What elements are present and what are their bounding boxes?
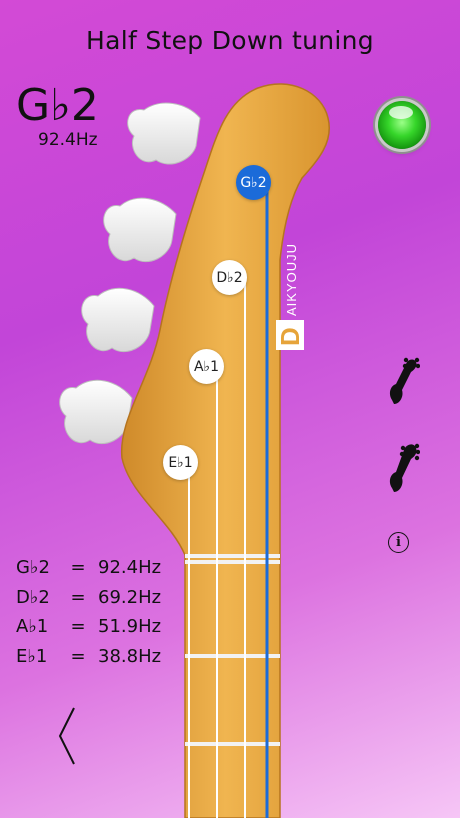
- frequency-note: E♭1: [16, 645, 48, 667]
- tuner-key-1: [127, 102, 201, 165]
- info-icon[interactable]: i: [388, 532, 409, 553]
- frequency-note: D♭2: [16, 586, 50, 608]
- frequency-table: G♭2 = 92.4Hz D♭2 = 69.2Hz A♭1 = 51.9Hz E…: [16, 553, 161, 671]
- frequency-row: A♭1 = 51.9Hz: [16, 612, 161, 642]
- svg-text:AIKYOUJU: AIKYOUJU: [284, 243, 299, 316]
- string-note-a-flat[interactable]: A♭1: [189, 349, 224, 384]
- equals-sign: =: [70, 616, 86, 637]
- frequency-row: E♭1 = 38.8Hz: [16, 642, 161, 672]
- headstock-wood: [120, 83, 330, 818]
- bass-headstock: D AIKYOUJU: [59, 83, 330, 818]
- frequency-row: D♭2 = 69.2Hz: [16, 583, 161, 613]
- bass-guitar-5-string-icon[interactable]: [384, 440, 420, 494]
- svg-text:D: D: [275, 327, 305, 346]
- tuner-key-2: [103, 197, 177, 263]
- frequency-note: A♭1: [16, 616, 49, 637]
- frequency-note: G♭2: [16, 557, 50, 578]
- string-note-g-flat[interactable]: G♭2: [236, 165, 271, 200]
- equals-sign: =: [70, 557, 86, 578]
- bass-guitar-4-string-icon[interactable]: [384, 354, 420, 408]
- frequency-value: 92.4Hz: [98, 557, 162, 578]
- chevron-left-icon[interactable]: [56, 706, 78, 766]
- equals-sign: =: [70, 586, 86, 608]
- frequency-value: 69.2Hz: [98, 586, 162, 608]
- frequency-value: 51.9Hz: [98, 616, 162, 637]
- frequency-row: G♭2 = 92.4Hz: [16, 553, 161, 583]
- string-note-e-flat[interactable]: E♭1: [163, 445, 198, 480]
- tuner-key-3: [81, 287, 155, 353]
- frequency-value: 38.8Hz: [98, 645, 162, 667]
- equals-sign: =: [70, 645, 86, 667]
- string-note-d-flat[interactable]: D♭2: [212, 260, 247, 295]
- tuner-key-4: [59, 379, 133, 445]
